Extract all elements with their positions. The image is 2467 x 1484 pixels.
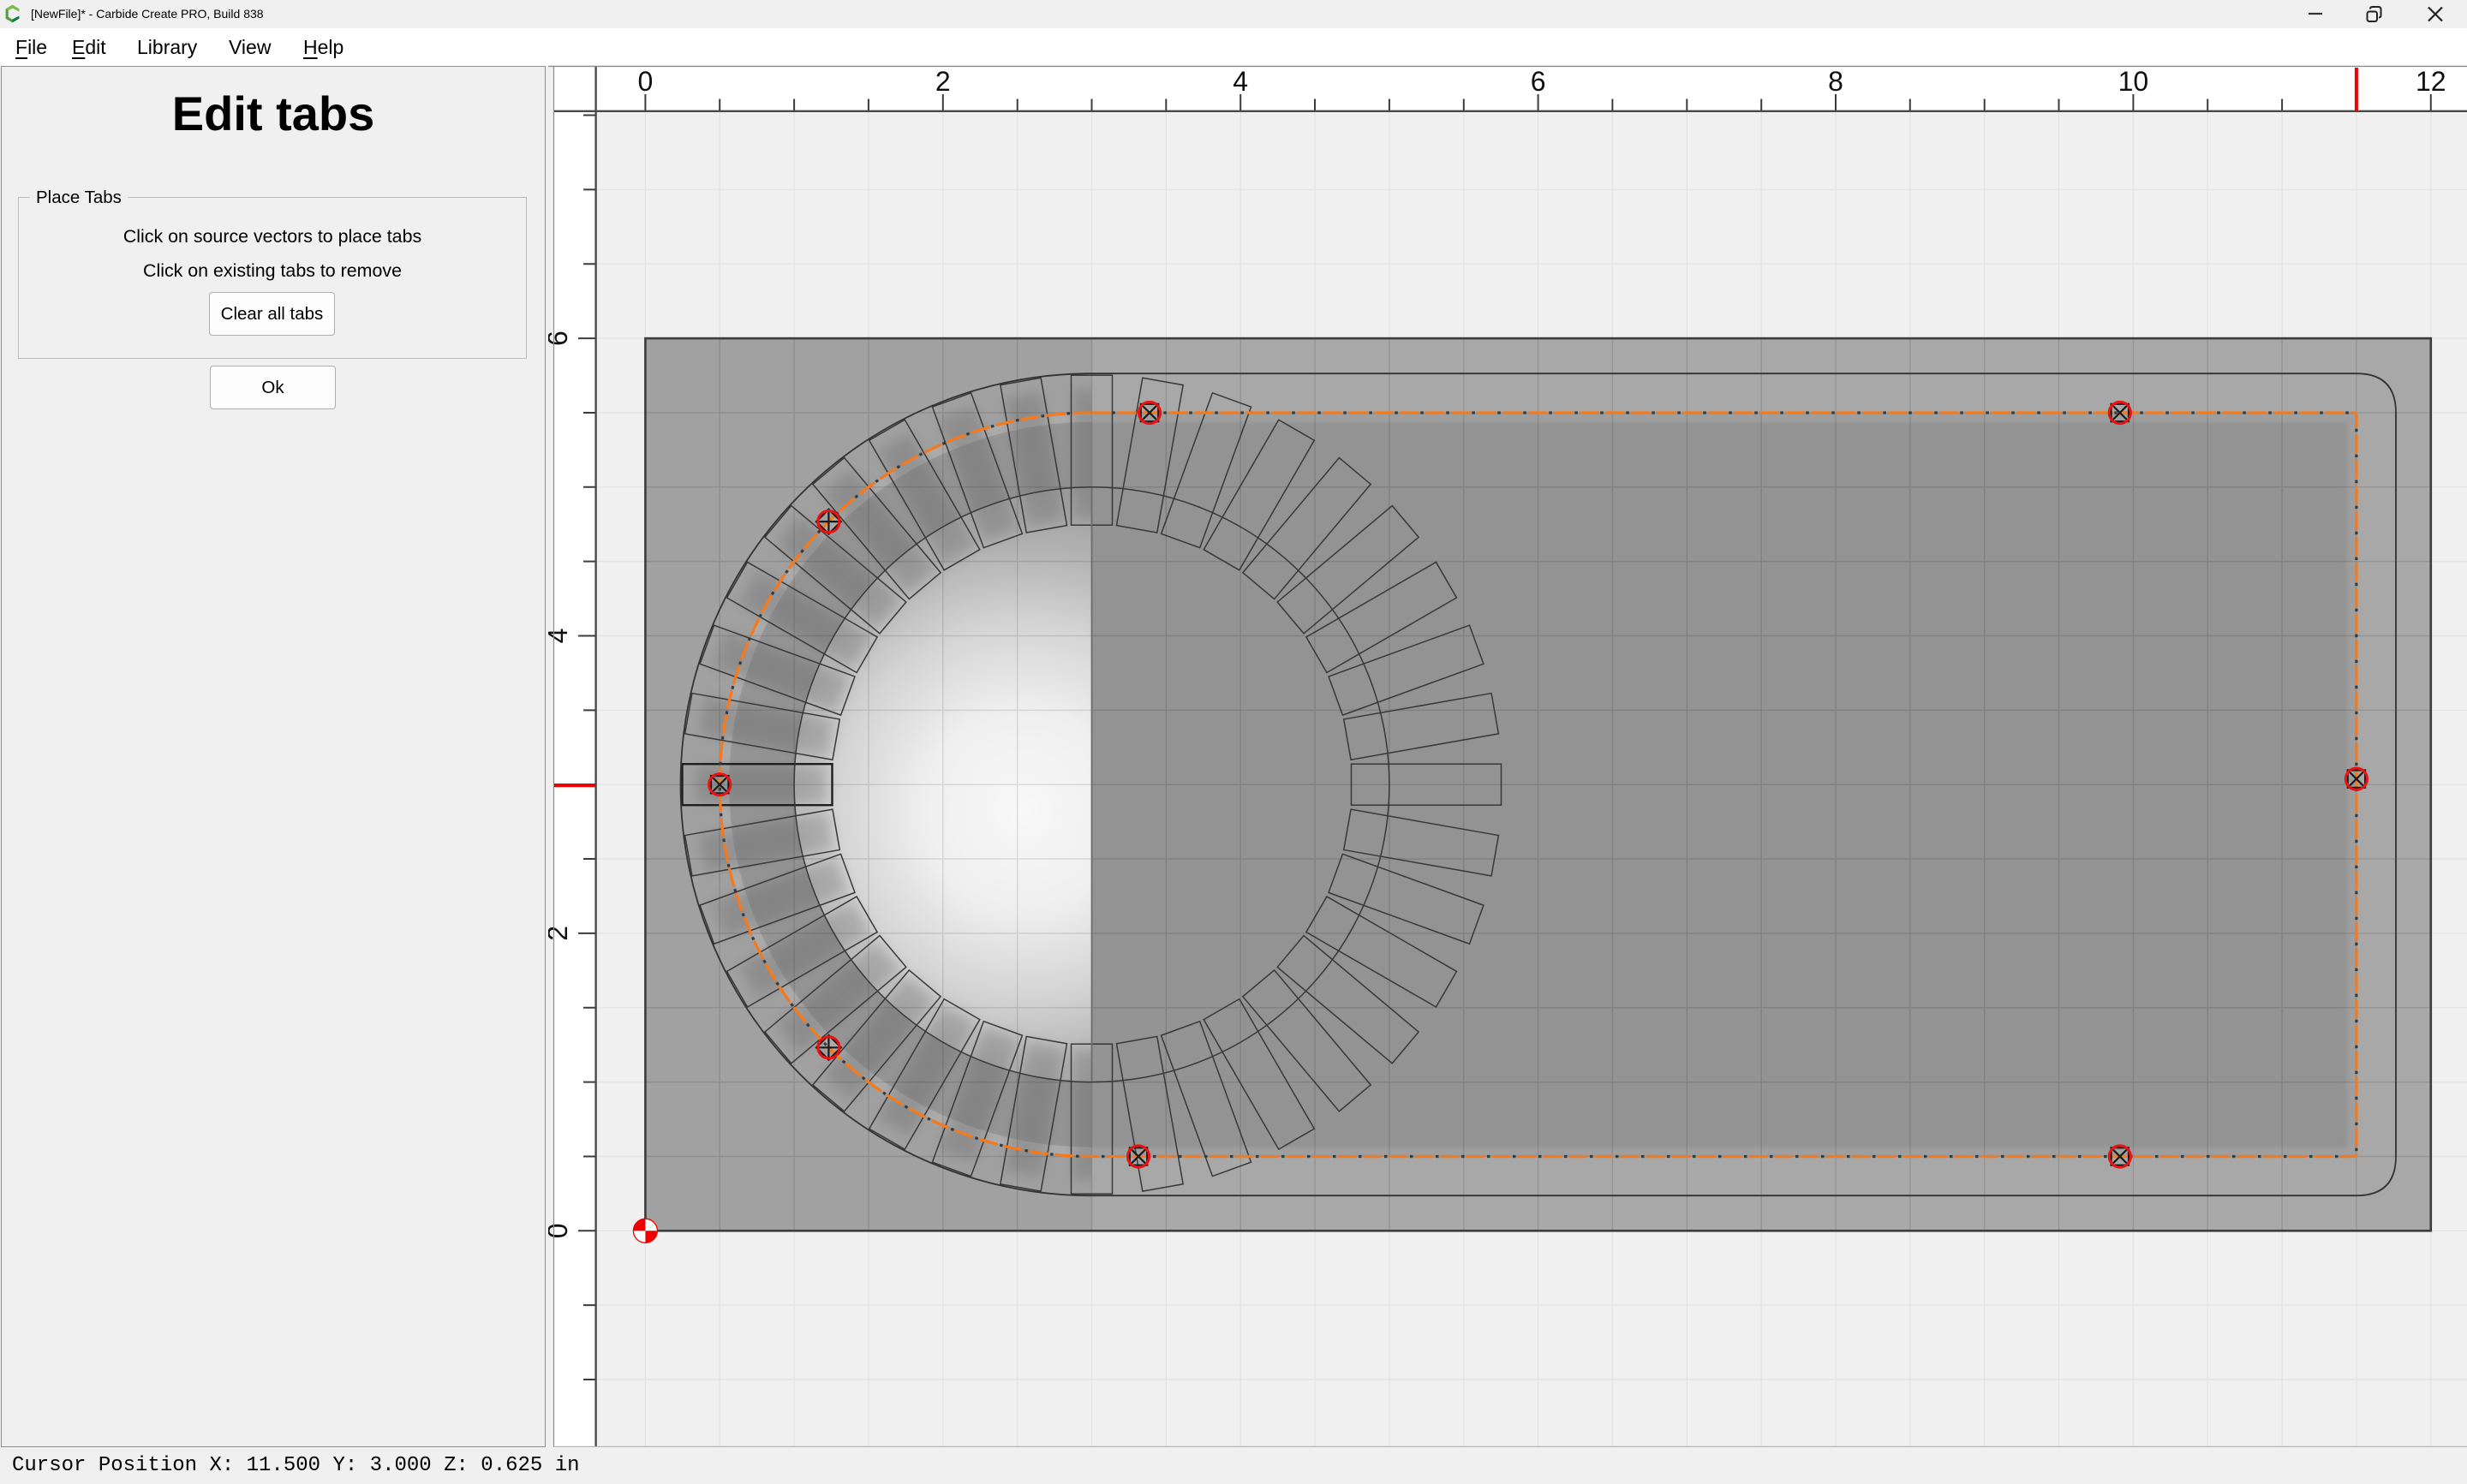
svg-text:6: 6 (548, 331, 573, 346)
svg-text:8: 8 (1828, 66, 1843, 97)
svg-text:0: 0 (548, 1223, 573, 1238)
svg-text:6: 6 (1531, 66, 1546, 97)
svg-text:10: 10 (2118, 66, 2149, 97)
svg-text:0: 0 (638, 66, 654, 97)
svg-text:4: 4 (1233, 66, 1248, 97)
svg-text:2: 2 (935, 66, 951, 97)
svg-text:2: 2 (548, 926, 573, 941)
svg-text:12: 12 (2416, 66, 2446, 97)
svg-text:4: 4 (548, 629, 573, 644)
